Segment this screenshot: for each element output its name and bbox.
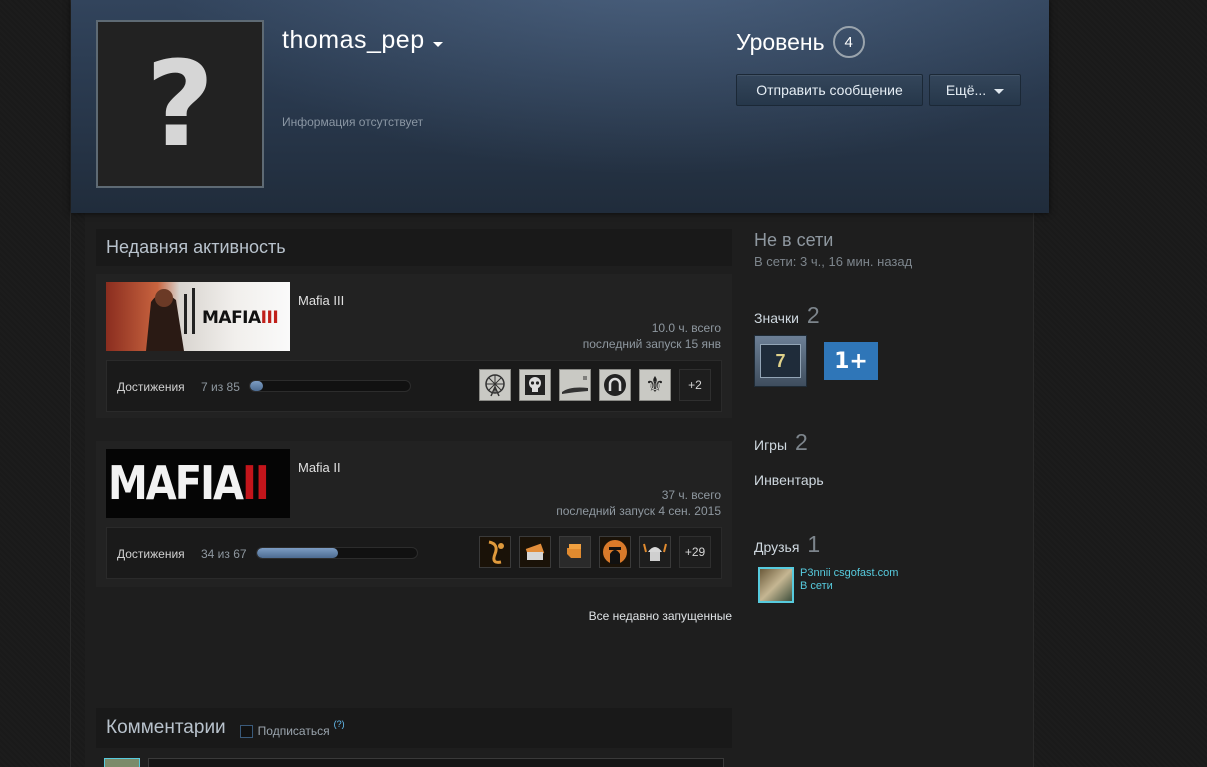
- game-stats: 10.0 ч. всего последний запуск 15 янв: [583, 320, 721, 352]
- online-status-title: Не в сети: [754, 230, 834, 250]
- comment-input[interactable]: [148, 758, 724, 767]
- profile-summary: Информация отсутствует: [282, 115, 424, 129]
- comments-title: Комментарии: [106, 717, 226, 738]
- game-capsule-mafia3[interactable]: MAFIAIII: [106, 282, 290, 351]
- level-label: Уровень: [736, 28, 825, 55]
- games-link[interactable]: Игры 2: [754, 429, 808, 456]
- skull-icon[interactable]: [519, 369, 551, 401]
- achievements-progress: [256, 547, 418, 559]
- game-stats: 37 ч. всего последний запуск 4 сен. 2015: [556, 487, 721, 519]
- fleur-de-lis-icon[interactable]: ⚜: [639, 369, 671, 401]
- game-block-mafia3: MAFIAIII Mafia III 10.0 ч. всего последн…: [96, 274, 732, 418]
- badges-count: 2: [806, 302, 820, 328]
- achievements-count: 34 из 67: [201, 547, 247, 561]
- caret-down-icon: [994, 88, 1005, 94]
- more-label: Ещё...: [945, 82, 987, 98]
- question-mark-icon: ?: [145, 35, 215, 173]
- achievements-bar[interactable]: Достижения 7 из 85 ⚜ +2: [106, 360, 722, 412]
- friends-link[interactable]: Друзья 1: [754, 531, 820, 558]
- game-capsule-mafia2[interactable]: MAFIAII: [106, 449, 290, 518]
- years-service-badge[interactable]: 7: [754, 335, 807, 387]
- mafia3-logo-suffix: III: [260, 308, 279, 328]
- friend-name[interactable]: P3nnii csgofast.com: [800, 567, 898, 579]
- badges-link[interactable]: Значки 2: [754, 302, 820, 329]
- game-hours: 10.0 ч. всего: [651, 321, 721, 335]
- mafia3-logo: MAFIA: [202, 308, 261, 328]
- cash-stack-icon[interactable]: [519, 536, 551, 568]
- ferris-wheel-icon[interactable]: [479, 369, 511, 401]
- achievements-label: Достижения: [117, 547, 185, 561]
- progress-fill: [250, 381, 264, 391]
- more-achievements-button[interactable]: +29: [679, 536, 711, 568]
- last-online: В сети: 3 ч., 16 мин. назад: [754, 254, 913, 269]
- game-last-played: последний запуск 4 сен. 2015: [556, 504, 721, 518]
- profile-avatar[interactable]: ?: [96, 20, 264, 188]
- username-dropdown[interactable]: thomas_pep: [282, 26, 443, 55]
- horseshoe-icon[interactable]: [599, 369, 631, 401]
- more-button[interactable]: Ещё...: [929, 74, 1021, 106]
- more-achievements-button[interactable]: +2: [679, 369, 711, 401]
- game-block-mafia2: MAFIAII Mafia II 37 ч. всего последний з…: [96, 441, 732, 587]
- help-link[interactable]: (?): [334, 719, 345, 729]
- level-badge[interactable]: 4: [832, 26, 865, 58]
- profile-header: ? thomas_pep Информация отсутствует Уров…: [71, 0, 1049, 213]
- friends-count: 1: [807, 531, 821, 557]
- subscribe-checkbox[interactable]: [239, 724, 253, 738]
- game-hours: 37 ч. всего: [661, 488, 721, 502]
- game-name[interactable]: Mafia II: [298, 460, 341, 475]
- viking-helmet-icon[interactable]: [639, 536, 671, 568]
- caret-down-icon: [432, 42, 443, 47]
- inventory-link[interactable]: Инвентарь: [754, 472, 824, 488]
- badges-label: Значки: [754, 310, 799, 326]
- games-label: Игры: [754, 437, 788, 453]
- achievements-count: 7 из 85: [201, 380, 240, 394]
- gangster-silhouette-icon[interactable]: [599, 536, 631, 568]
- friend-status: В сети: [800, 580, 833, 592]
- send-message-button[interactable]: Отправить сообщение: [736, 74, 923, 106]
- friend-avatar[interactable]: [758, 567, 794, 603]
- game-collector-badge[interactable]: 1+: [824, 342, 878, 380]
- subscribe-toggle[interactable]: Подписаться (?): [239, 719, 345, 738]
- username: thomas_pep: [282, 26, 425, 54]
- all-recent-link[interactable]: Все недавно запущенные: [589, 609, 732, 623]
- fist-icon[interactable]: [559, 536, 591, 568]
- mafia2-logo-suffix: II: [241, 457, 270, 511]
- recent-activity-title: Недавняя активность: [106, 237, 286, 257]
- recent-activity-header: Недавняя активность: [96, 229, 732, 266]
- achievements-label: Достижения: [117, 380, 185, 394]
- badge-years: 7: [775, 350, 786, 371]
- game-last-played: последний запуск 15 янв: [582, 337, 721, 351]
- progress-fill: [257, 548, 339, 558]
- right-divider: [1033, 200, 1034, 767]
- mafia2-logo: MAFIA: [108, 457, 244, 511]
- subscribe-label: Подписаться: [257, 724, 330, 738]
- alligator-icon[interactable]: [559, 369, 591, 401]
- friends-label: Друзья: [754, 539, 800, 555]
- comments-header: Комментарии Подписаться (?): [96, 708, 732, 748]
- games-count: 2: [795, 429, 808, 455]
- comment-user-avatar: [104, 758, 140, 767]
- game-name[interactable]: Mafia III: [298, 293, 344, 308]
- badge-collector-text: 1+: [834, 348, 868, 374]
- level-display: Уровень 4: [736, 26, 865, 58]
- achievements-bar[interactable]: Достижения 34 из 67 +29: [106, 527, 722, 579]
- achievements-progress: [249, 380, 411, 392]
- saxophone-achievement-icon[interactable]: [479, 536, 511, 568]
